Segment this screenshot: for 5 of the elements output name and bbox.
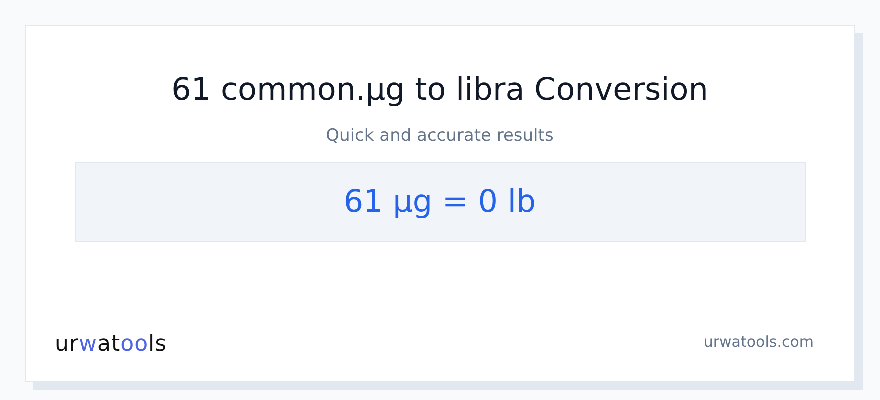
subtitle: Quick and accurate results <box>326 125 554 148</box>
logo: urwatools <box>55 332 168 357</box>
page-title: 61 common.µg to libra Conversion <box>172 71 708 110</box>
site-url: urwatools.com <box>704 333 814 351</box>
conversion-result: 61 µg = 0 lb <box>344 184 536 220</box>
